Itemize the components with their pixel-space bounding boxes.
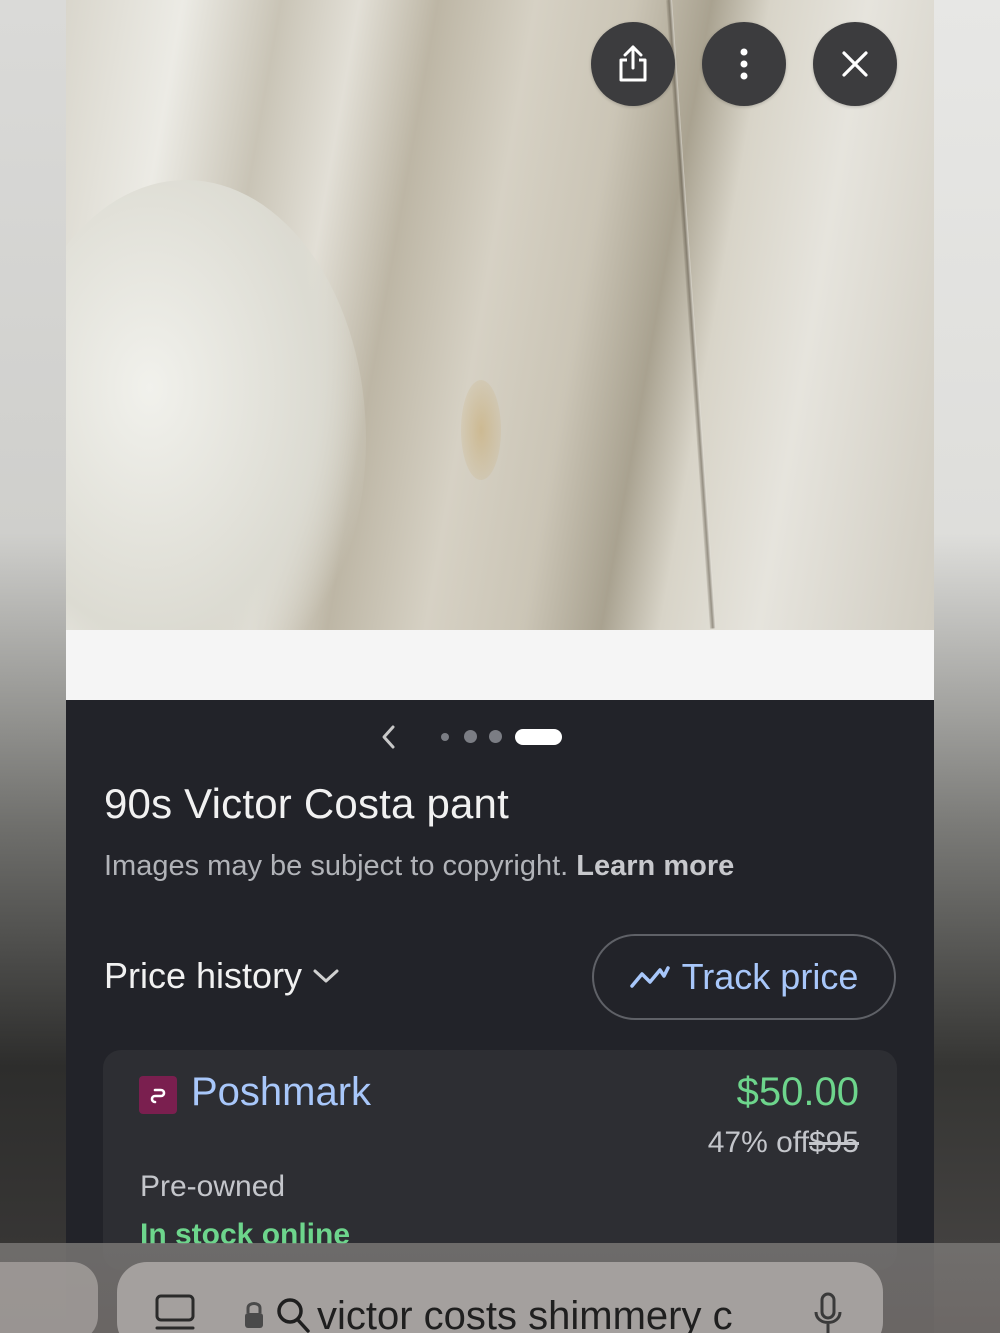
copyright-text: Images may be subject to copyright. [104, 850, 569, 882]
fabric-stain [461, 380, 501, 480]
fabric-crease [666, 0, 716, 629]
close-icon [842, 51, 868, 77]
store-offer-card[interactable]: Poshmark $50.00 47% off$95 Pre-owned In … [103, 1050, 897, 1270]
chevron-down-icon [313, 969, 339, 983]
pager-dot[interactable] [441, 733, 449, 741]
more-vert-icon [740, 48, 748, 80]
close-button[interactable] [813, 22, 897, 106]
previous-image-button[interactable] [380, 724, 396, 755]
pager-dot[interactable] [464, 730, 477, 743]
chevron-left-icon [382, 725, 395, 749]
share-icon [619, 45, 647, 82]
address-bar[interactable]: victor costs shimmery c [117, 1262, 883, 1333]
track-price-label: Track price [681, 956, 859, 997]
search-icon [275, 1296, 311, 1333]
original-price: $95 [808, 1126, 859, 1159]
url-text[interactable]: victor costs shimmery c [317, 1294, 787, 1333]
share-button[interactable] [591, 22, 675, 106]
offer-discount: 47% off$95 [708, 1126, 859, 1160]
track-price-button[interactable]: Track price [592, 934, 896, 1020]
fabric-fold [66, 180, 366, 630]
product-card: 90s Victor Costa pant Images may be subj… [66, 0, 934, 1333]
screen: 90s Victor Costa pant Images may be subj… [0, 0, 1000, 1333]
copyright-notice: Images may be subject to copyright. Lear… [104, 850, 734, 883]
product-image[interactable] [66, 0, 934, 630]
more-options-button[interactable] [702, 22, 786, 106]
learn-more-link[interactable]: Learn more [576, 850, 734, 882]
lock-icon [243, 1300, 265, 1333]
offer-price: $50.00 [736, 1070, 859, 1114]
store-name-link[interactable]: Poshmark [191, 1070, 371, 1115]
poshmark-logo-icon [139, 1076, 177, 1114]
trending-icon [629, 966, 670, 988]
tab-switcher-icon[interactable] [153, 1292, 197, 1333]
background-blur-left [0, 0, 66, 1333]
previous-tab-preview[interactable] [0, 1262, 98, 1333]
item-condition: Pre-owned [140, 1170, 286, 1203]
pager-dot-active[interactable] [515, 729, 562, 745]
image-pager [66, 722, 934, 752]
microphone-icon[interactable] [813, 1292, 843, 1333]
price-history-toggle[interactable]: Price history [104, 955, 340, 997]
price-history-label: Price history [104, 955, 303, 996]
product-title: 90s Victor Costa pant [104, 780, 509, 827]
background-blur-right [934, 0, 1000, 1333]
pager-dot[interactable] [489, 730, 502, 743]
image-footer [66, 630, 934, 700]
discount-percent: 47% off [707, 1126, 809, 1159]
